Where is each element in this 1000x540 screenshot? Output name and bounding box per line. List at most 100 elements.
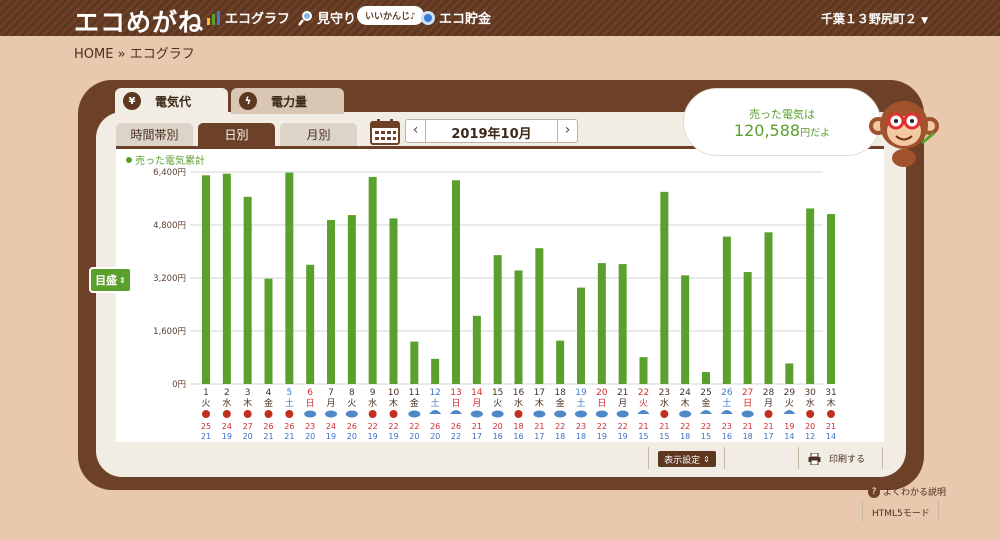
display-settings-button[interactable]: 表示設定 ⇕ [658, 451, 716, 467]
print-label: 印刷する [829, 455, 866, 465]
region-selector[interactable]: 千葉１３野尻町２ ▼ [821, 10, 928, 27]
temp-high: 23 [722, 422, 732, 431]
tab-daily[interactable]: 日別 [198, 123, 275, 146]
x-tick-day: 28 [763, 388, 775, 398]
temp-low: 14 [784, 432, 794, 441]
bar [264, 278, 273, 384]
x-tick-weekday: 金 [701, 397, 710, 409]
nav-eco-savings-label: エコ貯金 [439, 12, 492, 27]
cloud-icon [595, 410, 608, 418]
tab-hourly[interactable]: 時間帯別 [116, 123, 193, 146]
x-tick-day: 4 [266, 388, 272, 398]
x-tick-weekday: 火 [201, 398, 210, 409]
legend-marker [126, 157, 132, 163]
x-tick-weekday: 土 [722, 397, 731, 409]
scale-button[interactable]: 目盛 ⇕ [89, 267, 132, 293]
sun-icon [660, 410, 669, 418]
x-tick-weekday: 月 [618, 398, 627, 409]
nav-watch[interactable]: 見守り [298, 8, 356, 27]
nav-eco-graph[interactable]: エコグラフ [206, 8, 290, 27]
x-tick-weekday: 金 [264, 397, 273, 409]
x-tick-day: 29 [784, 388, 796, 398]
tab-power-amount[interactable]: ϟ 電力量 [231, 88, 344, 114]
temp-low: 16 [722, 432, 732, 441]
x-tick-weekday: 木 [389, 397, 398, 409]
x-tick-day: 24 [679, 388, 691, 398]
breadcrumb-home[interactable]: HOME [74, 47, 113, 62]
print-button[interactable]: 印刷する [808, 452, 865, 465]
x-tick-day: 14 [471, 388, 483, 398]
divider [648, 447, 649, 469]
help-link[interactable]: ? よくわかる説明 [868, 485, 946, 498]
updown-chevron-icon: ⇕ [703, 454, 710, 464]
umbrella-icon [450, 410, 462, 414]
prev-month-button[interactable]: ‹ [406, 120, 426, 142]
nav-eco-savings[interactable]: エコ貯金 [420, 8, 491, 27]
temp-low: 20 [305, 432, 315, 441]
umbrella-icon [637, 410, 650, 414]
bar [681, 275, 690, 384]
temp-low: 20 [347, 432, 357, 441]
app-logo[interactable]: エコめがね [74, 3, 204, 39]
x-tick-day: 15 [492, 388, 503, 398]
tab-monthly[interactable]: 月別 [280, 123, 357, 146]
y-tick-label: 0円 [172, 380, 186, 390]
temp-high: 22 [409, 422, 419, 431]
x-tick-weekday: 水 [368, 397, 377, 409]
x-tick-weekday: 火 [347, 398, 356, 409]
tab-daily-label: 日別 [224, 128, 249, 142]
divider [862, 500, 863, 522]
temp-low: 21 [201, 432, 211, 441]
calendar-icon[interactable] [370, 119, 400, 145]
temp-low: 17 [763, 432, 773, 441]
temp-low: 15 [659, 432, 669, 441]
x-tick-weekday: 土 [431, 397, 440, 409]
temp-low: 20 [430, 432, 440, 441]
daily-bar-chart: 売った電気累計0円1,600円3,200円4,800円6,400円1火25212… [126, 154, 837, 441]
bar [410, 341, 419, 384]
cloud-icon [470, 410, 483, 418]
printer-icon [808, 452, 821, 465]
bar [722, 236, 731, 384]
x-tick-day: 22 [638, 388, 649, 398]
current-month-label: 2019年10月 [451, 127, 532, 142]
divider [798, 447, 799, 469]
umbrella-icon [429, 410, 442, 414]
temp-low: 15 [701, 432, 711, 441]
date-navigator: ‹ 2019年10月 › [405, 119, 578, 143]
x-tick-weekday: 木 [681, 397, 690, 409]
next-month-button[interactable]: › [557, 120, 577, 142]
cloud-icon [533, 410, 546, 418]
x-tick-day: 26 [721, 388, 733, 398]
sun-icon [389, 410, 398, 418]
html5-mode-link[interactable]: HTML5モード [872, 506, 930, 519]
nav-eco-graph-label: エコグラフ [225, 12, 291, 27]
sun-icon [243, 410, 252, 418]
bar [577, 287, 585, 384]
tab-electricity-cost[interactable]: ¥ 電気代 [115, 88, 228, 114]
x-tick-weekday: 火 [639, 398, 648, 409]
temp-high: 21 [534, 422, 544, 431]
help-label: よくわかる説明 [883, 488, 947, 498]
temp-high: 26 [263, 422, 273, 431]
temp-high: 18 [513, 422, 523, 431]
lightning-icon: ϟ [239, 92, 257, 110]
x-tick-day: 6 [307, 388, 313, 398]
x-tick-weekday: 水 [222, 397, 231, 409]
sold-electricity-unit: 円だよ [800, 128, 831, 139]
question-icon: ? [868, 485, 880, 498]
temp-low: 21 [263, 432, 273, 441]
cloud-icon [491, 410, 504, 418]
temp-high: 21 [763, 422, 773, 431]
cloud-icon [741, 410, 754, 418]
temp-high: 21 [638, 422, 648, 431]
x-tick-day: 31 [825, 388, 836, 398]
temp-high: 21 [659, 422, 669, 431]
x-tick-weekday: 金 [556, 397, 565, 409]
bar [785, 363, 794, 384]
bar [618, 264, 627, 384]
x-tick-day: 12 [429, 388, 440, 398]
piggy-bank-icon [421, 10, 435, 25]
x-tick-weekday: 日 [451, 398, 460, 409]
bar [493, 255, 502, 384]
